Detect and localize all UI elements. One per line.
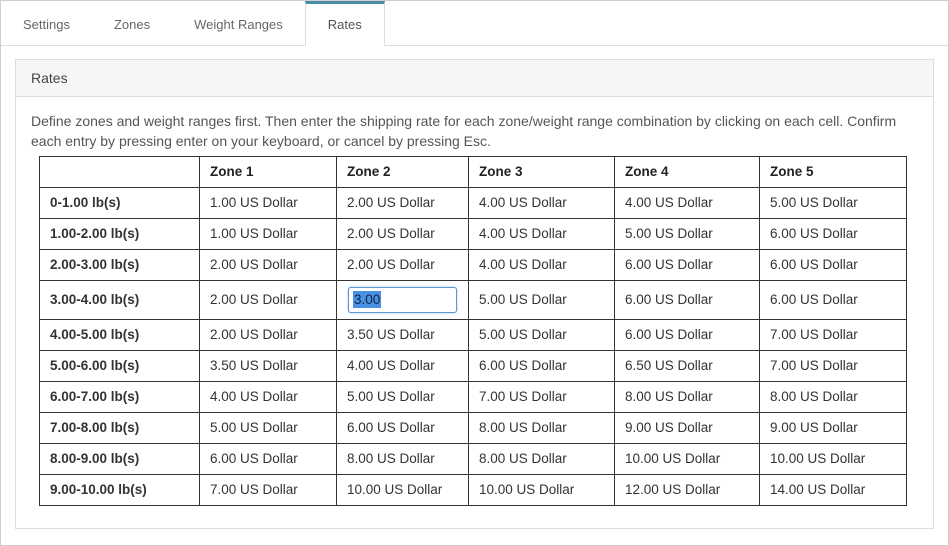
rate-cell[interactable]: 4.00 US Dollar [469, 187, 615, 218]
rate-cell[interactable]: 8.00 US Dollar [469, 412, 615, 443]
rate-cell[interactable]: 7.00 US Dollar [200, 474, 337, 505]
tab-bar: Settings Zones Weight Ranges Rates [1, 1, 948, 46]
rate-cell[interactable]: 6.00 US Dollar [615, 249, 760, 280]
table-row: 9.00-10.00 lb(s)7.00 US Dollar10.00 US D… [40, 474, 907, 505]
rate-cell[interactable]: 6.50 US Dollar [615, 350, 760, 381]
rate-cell[interactable]: 6.00 US Dollar [615, 280, 760, 319]
table-row: 3.00-4.00 lb(s)2.00 US Dollar 3.00 5.00 US… [40, 280, 907, 319]
rate-cell[interactable]: 8.00 US Dollar [337, 443, 469, 474]
rate-input[interactable]: 3.00 [348, 287, 457, 313]
page: Settings Zones Weight Ranges Rates Rates… [0, 0, 949, 546]
table-row: 7.00-8.00 lb(s)5.00 US Dollar6.00 US Dol… [40, 412, 907, 443]
panel-title: Rates [16, 60, 933, 97]
corner-header-cell [40, 156, 200, 187]
rate-cell[interactable]: 3.50 US Dollar [337, 319, 469, 350]
rate-cell[interactable]: 3.00 [337, 280, 469, 319]
weight-range-label: 7.00-8.00 lb(s) [40, 412, 200, 443]
column-header-zone-5: Zone 5 [760, 156, 907, 187]
table-header-row: Zone 1 Zone 2 Zone 3 Zone 4 Zone 5 [40, 156, 907, 187]
rate-cell[interactable]: 5.00 US Dollar [469, 280, 615, 319]
rate-cell[interactable]: 6.00 US Dollar [337, 412, 469, 443]
rate-cell[interactable]: 2.00 US Dollar [200, 249, 337, 280]
tab-settings[interactable]: Settings [1, 1, 92, 45]
weight-range-label: 4.00-5.00 lb(s) [40, 319, 200, 350]
weight-range-label: 6.00-7.00 lb(s) [40, 381, 200, 412]
weight-range-label: 8.00-9.00 lb(s) [40, 443, 200, 474]
rate-cell[interactable]: 4.00 US Dollar [469, 218, 615, 249]
table-row: 4.00-5.00 lb(s)2.00 US Dollar3.50 US Dol… [40, 319, 907, 350]
rate-cell[interactable]: 2.00 US Dollar [337, 218, 469, 249]
weight-range-label: 3.00-4.00 lb(s) [40, 280, 200, 319]
rate-cell[interactable]: 7.00 US Dollar [760, 319, 907, 350]
rate-cell[interactable]: 14.00 US Dollar [760, 474, 907, 505]
rate-cell[interactable]: 5.00 US Dollar [337, 381, 469, 412]
rate-cell[interactable]: 8.00 US Dollar [760, 381, 907, 412]
rate-cell[interactable]: 10.00 US Dollar [337, 474, 469, 505]
rate-cell[interactable]: 10.00 US Dollar [615, 443, 760, 474]
tab-weight-ranges[interactable]: Weight Ranges [172, 1, 305, 45]
tab-rates[interactable]: Rates [305, 1, 385, 46]
rate-cell[interactable]: 3.50 US Dollar [200, 350, 337, 381]
weight-range-label: 5.00-6.00 lb(s) [40, 350, 200, 381]
rate-cell[interactable]: 10.00 US Dollar [469, 474, 615, 505]
rate-cell[interactable]: 5.00 US Dollar [469, 319, 615, 350]
table-row: 1.00-2.00 lb(s)1.00 US Dollar2.00 US Dol… [40, 218, 907, 249]
rate-cell[interactable]: 12.00 US Dollar [615, 474, 760, 505]
column-header-zone-2: Zone 2 [337, 156, 469, 187]
rate-cell[interactable]: 2.00 US Dollar [337, 249, 469, 280]
rate-cell[interactable]: 1.00 US Dollar [200, 187, 337, 218]
table-row: 2.00-3.00 lb(s)2.00 US Dollar2.00 US Dol… [40, 249, 907, 280]
rate-cell[interactable]: 4.00 US Dollar [469, 249, 615, 280]
rate-cell[interactable]: 2.00 US Dollar [337, 187, 469, 218]
weight-range-label: 0-1.00 lb(s) [40, 187, 200, 218]
column-header-zone-3: Zone 3 [469, 156, 615, 187]
table-row: 0-1.00 lb(s)1.00 US Dollar2.00 US Dollar… [40, 187, 907, 218]
rate-input-selected-text: 3.00 [353, 291, 381, 308]
column-header-zone-4: Zone 4 [615, 156, 760, 187]
rate-cell[interactable]: 2.00 US Dollar [200, 280, 337, 319]
instructions-text: Define zones and weight ranges first. Th… [31, 112, 913, 152]
rate-cell[interactable]: 10.00 US Dollar [760, 443, 907, 474]
weight-range-label: 9.00-10.00 lb(s) [40, 474, 200, 505]
rates-panel: Rates Define zones and weight ranges fir… [15, 59, 934, 529]
tab-zones[interactable]: Zones [92, 1, 172, 45]
table-row: 8.00-9.00 lb(s)6.00 US Dollar8.00 US Dol… [40, 443, 907, 474]
rates-table: Zone 1 Zone 2 Zone 3 Zone 4 Zone 5 0-1.0… [39, 156, 907, 506]
rate-cell[interactable]: 6.00 US Dollar [760, 249, 907, 280]
rate-cell[interactable]: 4.00 US Dollar [200, 381, 337, 412]
rate-cell[interactable]: 2.00 US Dollar [200, 319, 337, 350]
rate-cell[interactable]: 9.00 US Dollar [615, 412, 760, 443]
rates-table-body: 0-1.00 lb(s)1.00 US Dollar2.00 US Dollar… [40, 187, 907, 505]
rate-cell[interactable]: 5.00 US Dollar [760, 187, 907, 218]
rate-cell[interactable]: 7.00 US Dollar [760, 350, 907, 381]
rate-cell[interactable]: 8.00 US Dollar [469, 443, 615, 474]
rate-cell[interactable]: 6.00 US Dollar [760, 218, 907, 249]
panel-body: Define zones and weight ranges first. Th… [16, 97, 933, 528]
table-row: 6.00-7.00 lb(s)4.00 US Dollar5.00 US Dol… [40, 381, 907, 412]
rate-cell[interactable]: 8.00 US Dollar [615, 381, 760, 412]
rate-cell[interactable]: 9.00 US Dollar [760, 412, 907, 443]
rate-cell[interactable]: 4.00 US Dollar [337, 350, 469, 381]
rate-cell[interactable]: 6.00 US Dollar [469, 350, 615, 381]
table-row: 5.00-6.00 lb(s)3.50 US Dollar4.00 US Dol… [40, 350, 907, 381]
rate-cell[interactable]: 6.00 US Dollar [760, 280, 907, 319]
rate-cell[interactable]: 6.00 US Dollar [615, 319, 760, 350]
rate-cell[interactable]: 4.00 US Dollar [615, 187, 760, 218]
rate-cell[interactable]: 7.00 US Dollar [469, 381, 615, 412]
weight-range-label: 1.00-2.00 lb(s) [40, 218, 200, 249]
weight-range-label: 2.00-3.00 lb(s) [40, 249, 200, 280]
rate-cell[interactable]: 5.00 US Dollar [615, 218, 760, 249]
column-header-zone-1: Zone 1 [200, 156, 337, 187]
rate-cell[interactable]: 5.00 US Dollar [200, 412, 337, 443]
rate-cell[interactable]: 1.00 US Dollar [200, 218, 337, 249]
rate-cell[interactable]: 6.00 US Dollar [200, 443, 337, 474]
